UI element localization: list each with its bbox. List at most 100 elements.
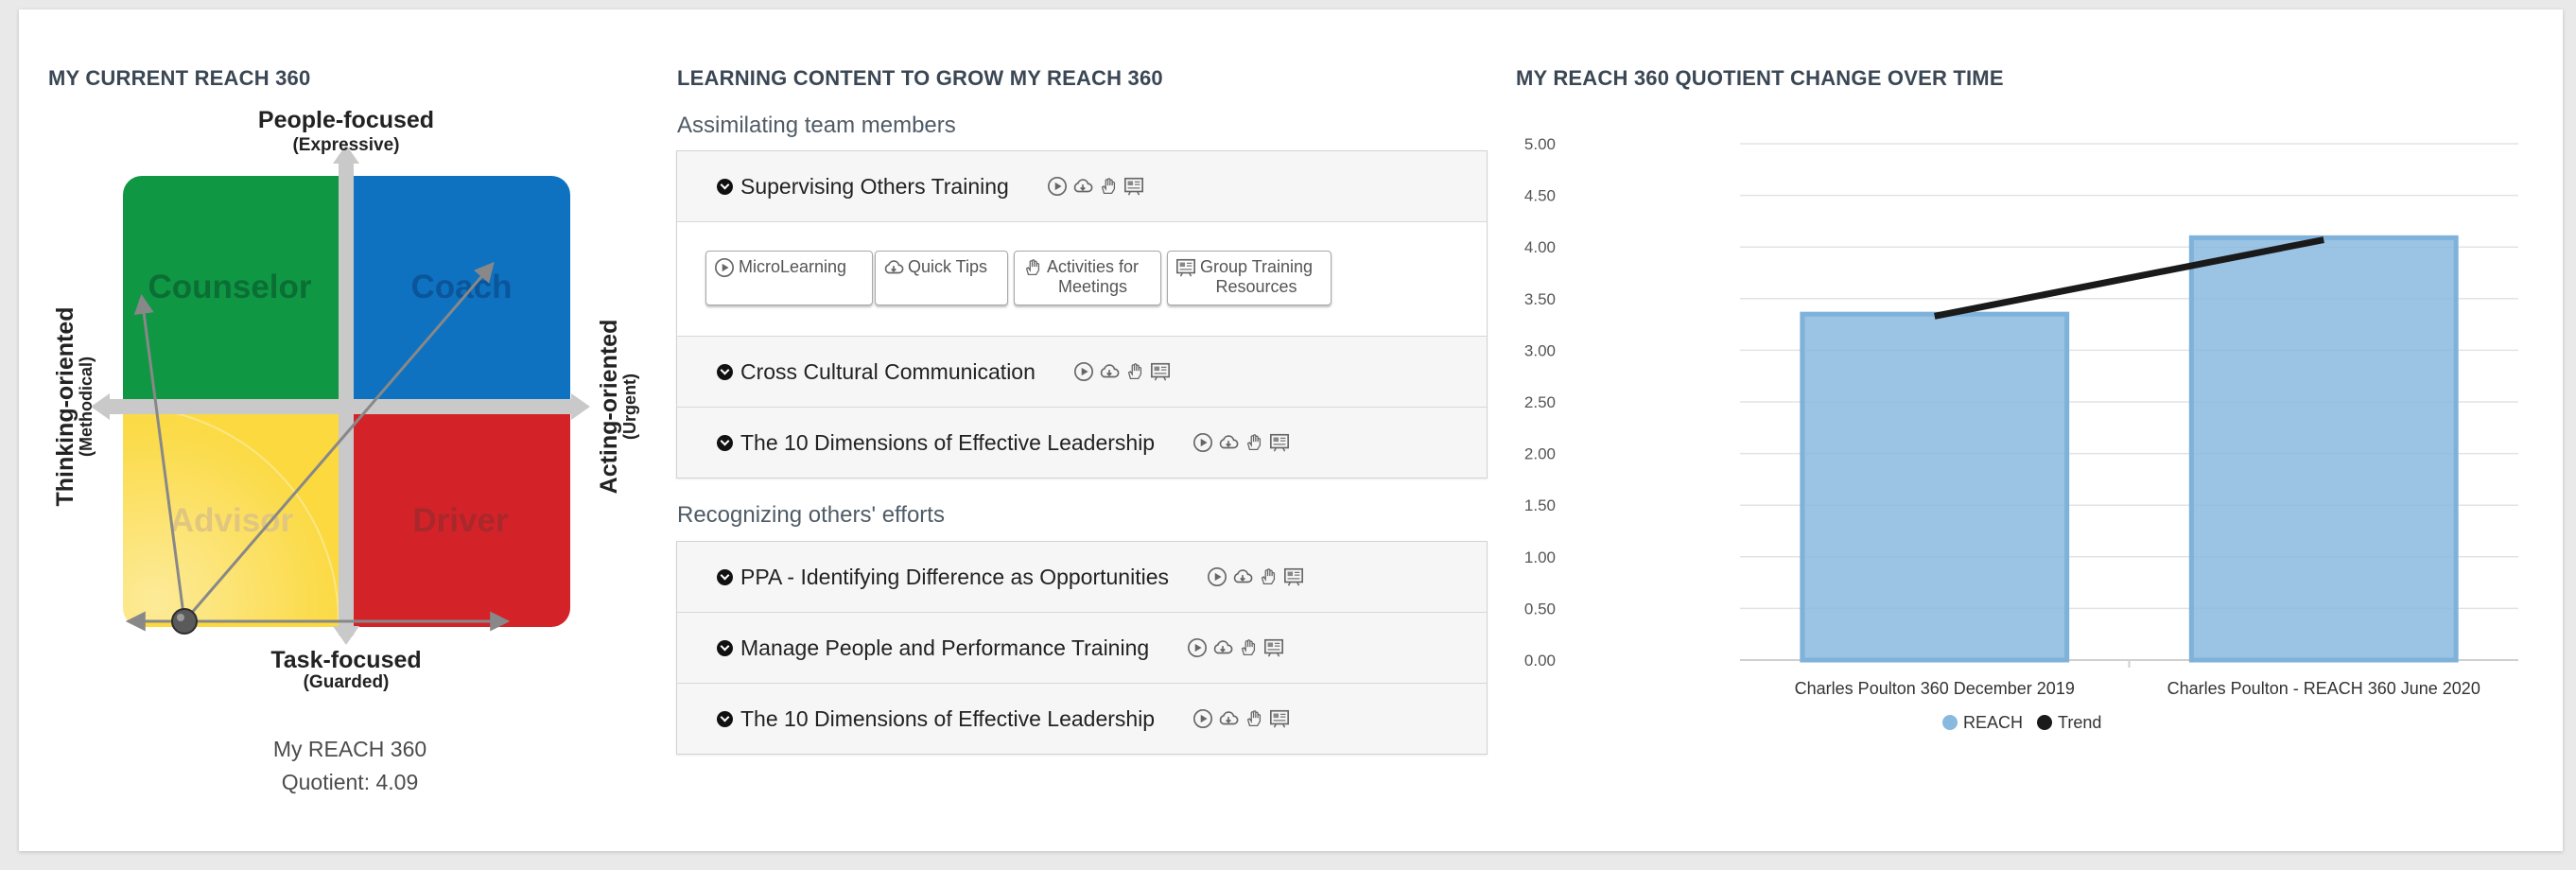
group-heading-recognizing: Recognizing others' efforts — [677, 502, 945, 528]
axis-label-bottom-sub: (Guarded) — [304, 672, 390, 692]
content-type-icons — [1207, 566, 1304, 587]
axis-label-top-sub: (Expressive) — [292, 135, 399, 155]
cloud-download-icon — [1073, 179, 1093, 193]
quadrant-label-counselor: Counselor — [148, 269, 311, 305]
quadrant-label-driver: Driver — [412, 502, 509, 539]
accordion-item[interactable]: Supervising Others Training — [677, 151, 1487, 222]
y-tick-label: 4.00 — [1524, 238, 1556, 256]
y-tick-label: 5.00 — [1524, 135, 1556, 153]
play-icon — [1073, 362, 1093, 381]
x-tick-label: Charles Poulton 360 December 2019 — [1795, 679, 2075, 698]
slideshow-icon — [1284, 567, 1304, 586]
slideshow-icon — [1123, 177, 1143, 196]
horizontal-axis — [104, 399, 577, 414]
reach-quotient: My REACH 360 Quotient: 4.09 — [208, 733, 492, 799]
chevron-down-icon — [717, 639, 733, 656]
x-tick-label: Charles Poulton - REACH 360 June 2020 — [2167, 679, 2480, 698]
reach-section-title: MY CURRENT REACH 360 — [48, 66, 311, 90]
button-label: Quick Tips — [908, 257, 988, 276]
learning-section-title: LEARNING CONTENT TO GROW MY REACH 360 — [677, 66, 1163, 90]
y-tick-label: 0.50 — [1524, 600, 1556, 618]
accordion-item[interactable]: The 10 Dimensions of Effective Leadershi… — [677, 408, 1487, 478]
play-icon — [1193, 433, 1213, 452]
cloud-download-icon — [1100, 364, 1120, 378]
accordion-item[interactable]: The 10 Dimensions of Effective Leadershi… — [677, 684, 1487, 754]
chevron-down-icon — [717, 434, 733, 451]
accordion-item-label: Cross Cultural Communication — [740, 358, 1036, 384]
y-tick-label: 2.00 — [1524, 445, 1556, 463]
play-icon — [1047, 177, 1067, 196]
button-label-line1: Activities for — [1047, 257, 1140, 276]
quotient-title: My REACH 360 — [272, 737, 427, 761]
cloud-download-icon — [884, 260, 904, 274]
chevron-down-icon — [717, 178, 733, 195]
group-heading-assimilating: Assimilating team members — [677, 113, 956, 138]
slideshow-icon — [1270, 709, 1290, 728]
quotient-bar-chart: 0.00 0.50 1.00 1.50 2.00 2.50 3.00 3.50 4.00 4.50… — [1524, 135, 2518, 732]
accordion-item-label: The 10 Dimensions of Effective Leadershi… — [740, 705, 1156, 731]
hand-icon — [1127, 363, 1141, 379]
group-training-resources-button[interactable]: Group Training Resources — [1167, 251, 1332, 305]
axis-label-left: Thinking-oriented — [52, 306, 78, 506]
play-icon — [1188, 638, 1208, 657]
content-type-icons — [1073, 361, 1171, 382]
hand-icon — [1246, 710, 1262, 726]
content-type-icons — [1047, 176, 1144, 197]
position-marker — [171, 608, 198, 635]
y-tick-label: 4.50 — [1524, 187, 1556, 205]
legend-label: Trend — [2058, 713, 2101, 732]
y-tick-label: 1.50 — [1524, 496, 1556, 514]
slideshow-icon — [1150, 362, 1170, 381]
reach-quadrant-chart: Counselor Coach Advisor Driver People-fo… — [52, 107, 639, 692]
button-label: MicroLearning — [739, 257, 847, 276]
play-icon — [715, 258, 734, 277]
chevron-down-icon — [717, 363, 733, 380]
axis-label-bottom: Task-focused — [270, 647, 421, 673]
activities-for-meetings-button[interactable]: Activities for Meetings — [1014, 251, 1161, 305]
axis-label-left-sub: (Methodical) — [77, 357, 96, 457]
axis-label-right-sub: (Urgent) — [620, 374, 639, 440]
chart-section-title: MY REACH 360 QUOTIENT CHANGE OVER TIME — [1516, 66, 2004, 90]
legend-marker — [2037, 715, 2052, 730]
y-tick-label: 3.00 — [1524, 341, 1556, 359]
accordion-item-label: PPA - Identifying Difference as Opportun… — [740, 564, 1170, 589]
accordion-item[interactable]: Cross Cultural Communication — [677, 337, 1487, 408]
y-tick-label: 3.50 — [1524, 290, 1556, 308]
chevron-down-icon — [717, 710, 733, 727]
button-label-line1: Group Training — [1200, 257, 1314, 276]
hand-icon — [1241, 639, 1256, 655]
legend-label: REACH — [1963, 713, 2023, 732]
cloud-download-icon — [1213, 640, 1233, 654]
quotient-value: Quotient: 4.09 — [281, 770, 419, 794]
hand-icon — [1101, 178, 1115, 194]
cloud-download-icon — [1233, 569, 1253, 583]
bar — [1800, 311, 2070, 663]
bar — [2188, 235, 2459, 663]
accordion-item-label: Supervising Others Training — [740, 173, 1009, 199]
vertical-axis — [339, 158, 354, 635]
accordion-item-label: Manage People and Performance Training — [740, 635, 1150, 660]
hand-icon — [1246, 434, 1262, 450]
microlearning-button[interactable]: MicroLearning — [705, 251, 873, 305]
legend-marker — [1942, 715, 1958, 730]
slideshow-icon — [1270, 433, 1290, 452]
y-tick-label: 1.00 — [1524, 548, 1556, 566]
slideshow-icon — [1264, 638, 1284, 657]
accordion-item[interactable]: Manage People and Performance Training — [677, 613, 1487, 684]
button-label-line2: Meetings — [1057, 277, 1128, 296]
y-tick-label: 2.50 — [1524, 393, 1556, 411]
content-type-icons — [1187, 637, 1284, 658]
y-tick-label: 0.00 — [1524, 652, 1556, 670]
accordion-recognizing: PPA - Identifying Difference as Opportun… — [676, 541, 1488, 755]
quadrant-label-advisor: Advisor — [170, 502, 294, 539]
accordion-assimilating: Supervising Others Training MicroLearnin… — [676, 150, 1488, 478]
hand-icon — [1261, 568, 1276, 584]
axis-label-right: Acting-oriented — [596, 320, 622, 495]
quick-tips-button[interactable]: Quick Tips — [875, 251, 1008, 305]
content-type-icons — [1192, 708, 1290, 729]
play-icon — [1208, 567, 1227, 586]
accordion-item[interactable]: PPA - Identifying Difference as Opportun… — [677, 542, 1487, 613]
slideshow-icon — [1176, 258, 1195, 277]
chevron-down-icon — [717, 568, 733, 585]
axis-label-top: People-focused — [258, 107, 434, 133]
